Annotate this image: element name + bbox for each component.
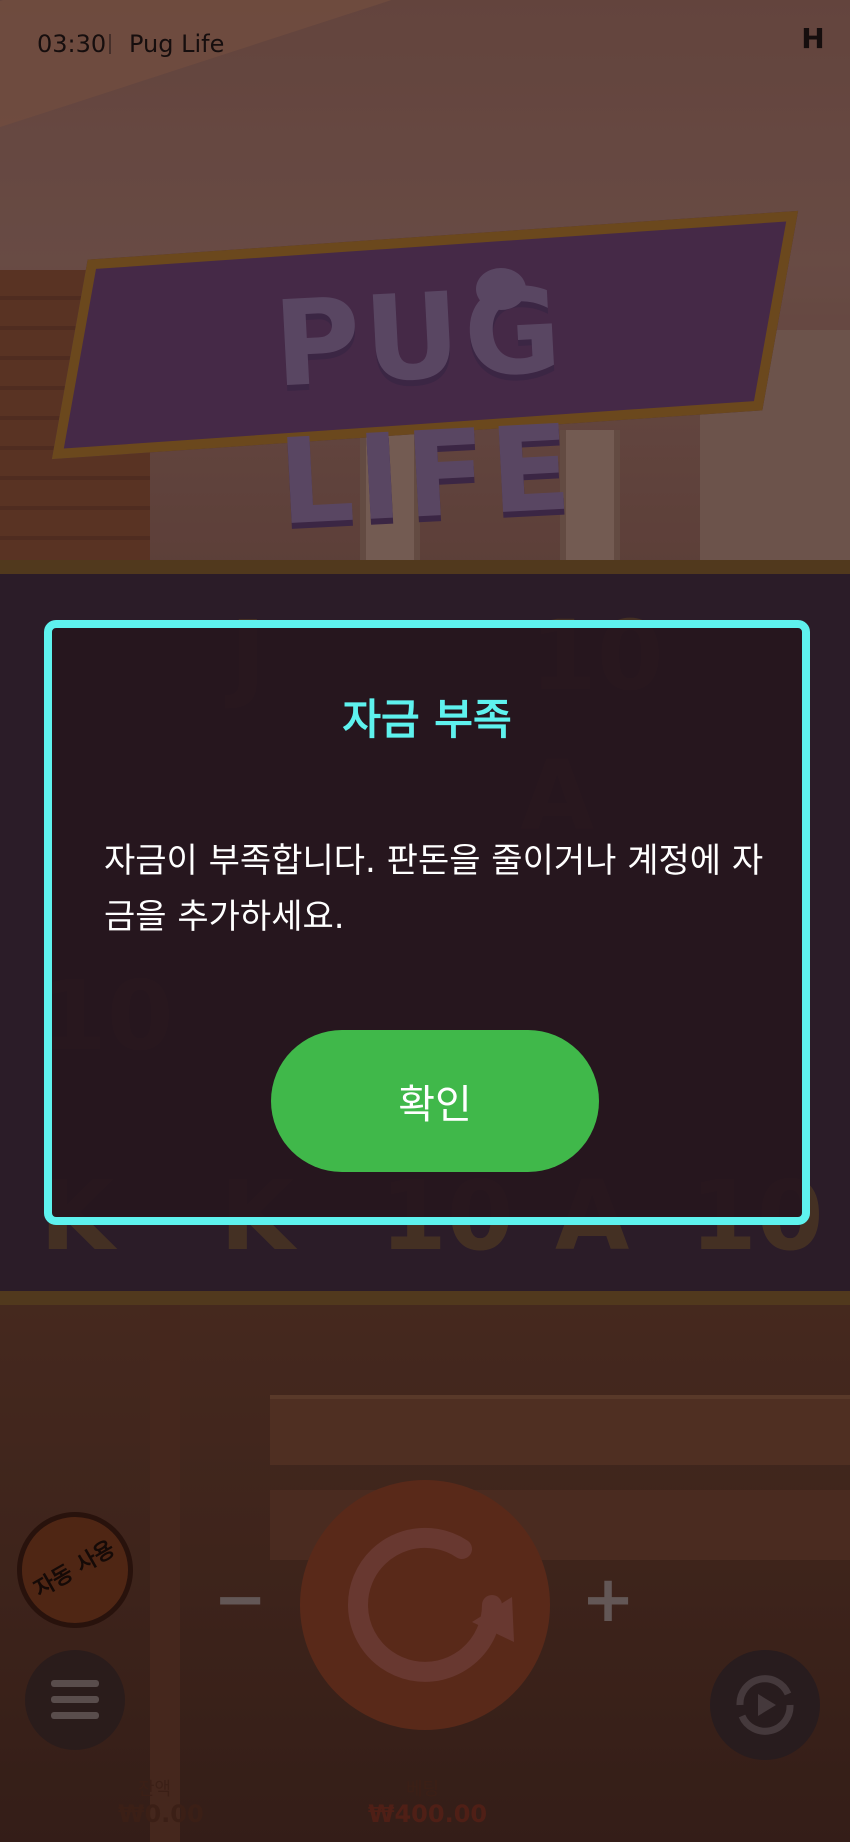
insufficient-funds-dialog: 자금 부족 자금이 부족합니다. 판돈을 줄이거나 계정에 자금을 추가하세요.… <box>44 620 810 1225</box>
dialog-message: 자금이 부족합니다. 판돈을 줄이거나 계정에 자금을 추가하세요. <box>104 841 764 937</box>
dialog-title: 자금 부족 <box>342 695 512 744</box>
confirm-button[interactable]: 확인 <box>271 1030 599 1172</box>
